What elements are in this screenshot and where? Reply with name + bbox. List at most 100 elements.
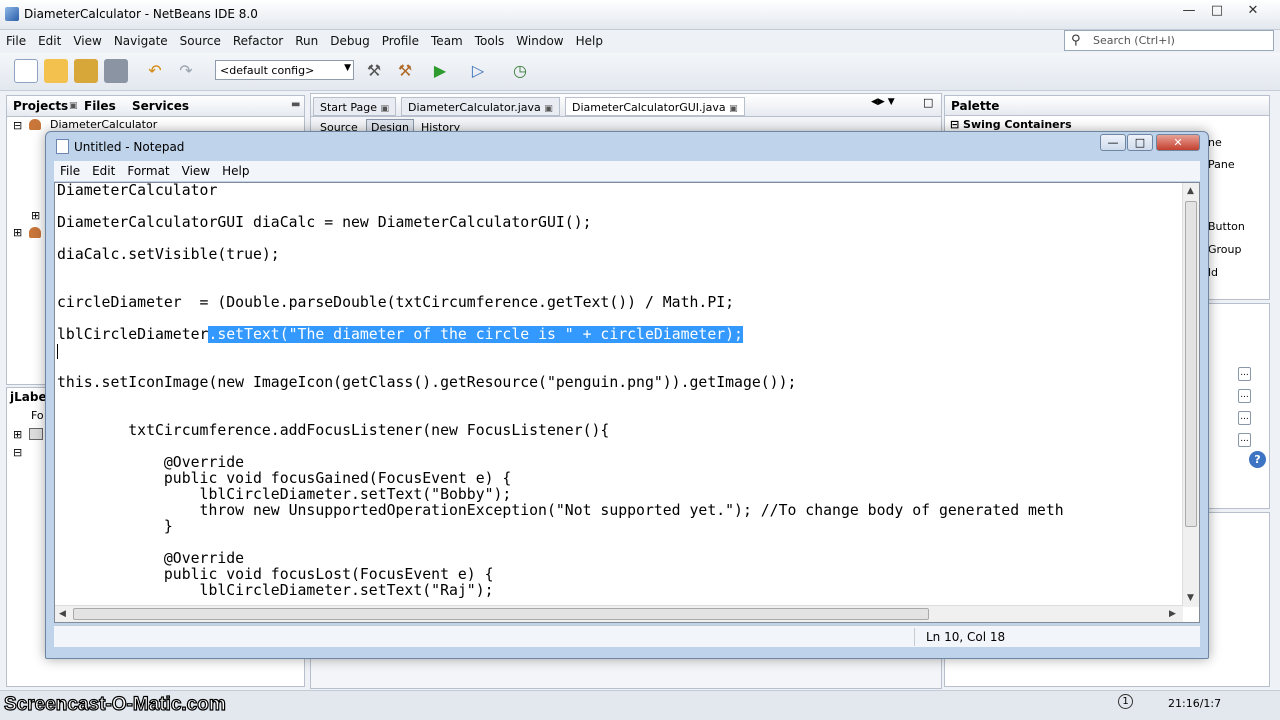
selected-text[interactable]: .setText("The diameter of the circle is … — [208, 326, 743, 343]
palette-item[interactable]: ld — [1208, 266, 1218, 279]
property-edit-button[interactable]: ... — [1238, 389, 1251, 403]
close-icon[interactable]: ▣ — [381, 104, 390, 114]
code-line: lblCircleDiameter.setText("Bobby"); — [57, 486, 512, 503]
code-line: lblCircleDiameter.setText("The diameter … — [57, 326, 743, 343]
tab-label: Start Page — [320, 101, 377, 114]
menu-file[interactable]: File — [0, 30, 32, 48]
undo-icon[interactable]: ↶ — [143, 59, 167, 83]
np-menu-file[interactable]: File — [54, 161, 86, 178]
code-line: @Override — [57, 550, 245, 567]
code-line: public void focusLost(FocusEvent e) { — [57, 566, 494, 583]
run-icon[interactable]: ▶ — [428, 59, 452, 83]
expand-icon[interactable]: ⊟ — [13, 119, 22, 132]
notepad-text-area[interactable]: DiameterCalculator DiameterCalculatorGUI… — [54, 182, 1200, 623]
np-menu-edit[interactable]: Edit — [86, 161, 121, 178]
open-project-icon[interactable] — [74, 59, 98, 83]
tab-diametercalculator-java[interactable]: DiameterCalculator.java ▣ — [401, 97, 560, 116]
build-icon[interactable]: ⚒ — [362, 59, 386, 83]
tab-start-page[interactable]: Start Page ▣ — [313, 97, 397, 116]
clean-build-icon[interactable]: ⚒ — [393, 59, 417, 83]
minimize-panel-icon[interactable]: ▬ — [287, 96, 304, 116]
tree-expand-icon[interactable]: ⊞ — [13, 226, 22, 239]
tree-expand-icon[interactable]: ⊞ — [13, 428, 22, 441]
palette-item[interactable]: Pane — [1208, 158, 1235, 171]
maximize-editor-icon[interactable]: □ — [923, 96, 933, 109]
notepad-menubar: File Edit Format View Help — [54, 161, 1200, 181]
code-line: diaCalc.setVisible(true); — [57, 246, 280, 263]
scroll-up-icon[interactable]: ▲ — [1187, 186, 1194, 196]
scroll-left-icon[interactable]: ◀ — [59, 609, 66, 619]
vertical-scrollbar[interactable]: ▲ ▼ — [1182, 183, 1199, 607]
tab-label: DiameterCalculatorGUI.java — [572, 101, 726, 114]
config-select[interactable]: <default config> ▼ — [215, 60, 354, 80]
project-name[interactable]: DiameterCalculator — [50, 118, 157, 131]
palette-item[interactable]: Button — [1208, 220, 1245, 233]
horizontal-scrollbar[interactable]: ◀ ▶ — [55, 605, 1183, 622]
tab-services[interactable]: Services — [128, 96, 193, 116]
menu-refactor[interactable]: Refactor — [227, 30, 289, 48]
minimize-button[interactable]: — — [1176, 3, 1202, 21]
menu-view[interactable]: View — [67, 30, 107, 48]
property-edit-button[interactable]: ... — [1238, 433, 1251, 447]
netbeans-logo-icon — [5, 7, 19, 21]
code-line: } — [57, 518, 173, 535]
new-file-icon[interactable] — [14, 59, 38, 83]
search-placeholder: Search (Ctrl+I) — [1093, 34, 1175, 47]
property-edit-button[interactable]: ... — [1238, 411, 1251, 425]
notepad-minimize-button[interactable]: — — [1100, 134, 1126, 151]
notepad-window: Untitled - Notepad — □ ✕ File Edit Format V… — [45, 131, 1209, 659]
code-line: lblCircleDiameter.setText("Raj"); — [57, 582, 494, 599]
tab-files[interactable]: Files — [80, 96, 120, 116]
menu-team[interactable]: Team — [425, 30, 469, 48]
menu-window[interactable]: Window — [510, 30, 569, 48]
close-button[interactable]: ✕ — [1240, 3, 1266, 21]
tab-diametercalculatorgui-java[interactable]: DiameterCalculatorGUI.java ▣ — [565, 97, 745, 116]
projects-tab-header: Projects ▣ Files Services ▬ — [7, 96, 304, 117]
close-icon[interactable]: ▣ — [544, 104, 553, 114]
search-icon: ⚲ — [1071, 33, 1081, 48]
property-edit-button[interactable]: ... — [1238, 367, 1251, 381]
palette-item[interactable]: ne — [1208, 136, 1222, 149]
redo-icon[interactable]: ↷ — [174, 59, 198, 83]
palette-item[interactable]: Group — [1208, 243, 1242, 256]
tree-collapse-icon[interactable]: ⊟ — [13, 446, 22, 459]
menu-help[interactable]: Help — [570, 30, 609, 48]
cursor-position: Ln 10, Col 18 — [926, 630, 1006, 644]
menu-tools[interactable]: Tools — [469, 30, 511, 48]
editor-tab-bar: Start Page ▣ DiameterCalculator.java ▣ D… — [311, 94, 941, 117]
notepad-maximize-button[interactable]: □ — [1127, 134, 1153, 151]
tab-label: DiameterCalculator.java — [408, 101, 541, 114]
palette-section-label: Swing Containers — [963, 118, 1072, 131]
tree-expand-icon[interactable]: ⊞ — [31, 209, 40, 222]
scroll-down-icon[interactable]: ▼ — [1187, 593, 1194, 603]
toolbar: ↶ ↷ <default config> ▼ ⚒ ⚒ ▶ ▷ ◷ — [0, 53, 1280, 91]
menu-navigate[interactable]: Navigate — [108, 30, 174, 48]
menu-debug[interactable]: Debug — [324, 30, 375, 48]
menu-edit[interactable]: Edit — [32, 30, 67, 48]
menu-profile[interactable]: Profile — [376, 30, 425, 48]
tab-projects[interactable]: Projects — [9, 96, 72, 116]
np-menu-view[interactable]: View — [176, 161, 216, 178]
np-menu-help[interactable]: Help — [216, 161, 255, 178]
scroll-right-icon[interactable]: ▶ — [1169, 609, 1176, 619]
menu-source[interactable]: Source — [174, 30, 227, 48]
maximize-button[interactable]: □ — [1204, 3, 1230, 21]
help-icon[interactable]: ? — [1249, 451, 1266, 468]
code-line: @Override — [57, 454, 245, 471]
horizontal-scroll-thumb[interactable] — [73, 608, 929, 620]
debug-icon[interactable]: ▷ — [466, 59, 490, 83]
close-icon[interactable]: ▣ — [729, 104, 738, 114]
vertical-scroll-thumb[interactable] — [1185, 201, 1197, 527]
scroll-tabs-icon[interactable]: ◀▶ ▼ — [871, 97, 895, 107]
navigator-item[interactable]: Fo — [31, 409, 44, 422]
profile-icon[interactable]: ◷ — [508, 59, 532, 83]
menu-run[interactable]: Run — [289, 30, 324, 48]
search-input[interactable]: ⚲ Search (Ctrl+I) — [1064, 30, 1274, 51]
np-menu-format[interactable]: Format — [121, 161, 175, 178]
save-all-icon[interactable] — [104, 59, 128, 83]
notification-icon[interactable]: 1 — [1118, 694, 1133, 709]
palette-section[interactable]: ⊟ Swing Containers — [950, 118, 1072, 131]
notepad-close-button[interactable]: ✕ — [1156, 134, 1200, 151]
code-text[interactable]: DiameterCalculator DiameterCalculatorGUI… — [57, 183, 1182, 603]
new-project-icon[interactable] — [44, 59, 68, 83]
